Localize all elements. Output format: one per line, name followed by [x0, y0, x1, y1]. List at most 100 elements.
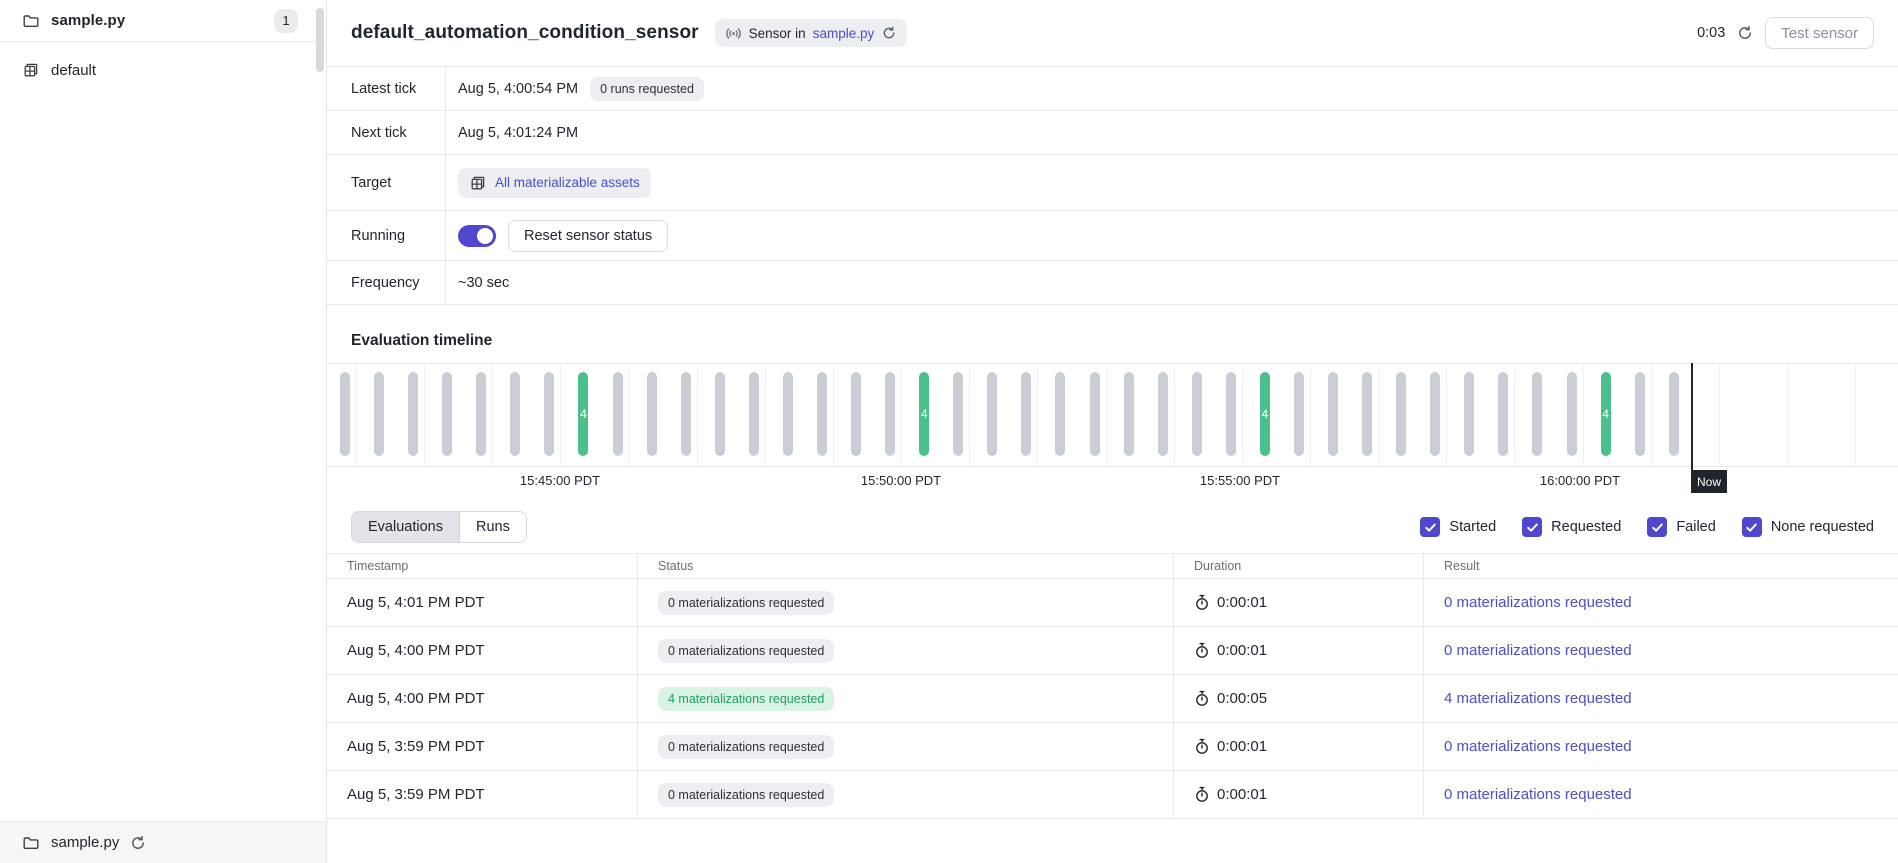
- timeline-tick-bar[interactable]: [1294, 372, 1304, 456]
- timeline-tick-bar-requested[interactable]: 4: [1260, 372, 1270, 456]
- filter-requested[interactable]: Requested: [1522, 517, 1621, 537]
- timeline-tick-bar[interactable]: [1124, 372, 1134, 456]
- timeline-tick-bar[interactable]: [817, 372, 827, 456]
- timeline-tick-bar[interactable]: [1430, 372, 1440, 456]
- timeline-tick-bar[interactable]: [340, 372, 350, 456]
- result-link[interactable]: 0 materializations requested: [1444, 786, 1632, 803]
- detail-row-latest-tick: Latest tick Aug 5, 4:00:54 PM 0 runs req…: [327, 67, 1898, 111]
- timeline-tick-bar[interactable]: [851, 372, 861, 456]
- tab-evaluations[interactable]: Evaluations: [352, 512, 459, 542]
- result-link[interactable]: 0 materializations requested: [1444, 642, 1632, 659]
- detail-row-next-tick: Next tick Aug 5, 4:01:24 PM: [327, 111, 1898, 155]
- timeline-tick-bar[interactable]: [715, 372, 725, 456]
- filter-none-requested[interactable]: None requested: [1742, 517, 1874, 537]
- refresh-countdown: 0:03: [1697, 25, 1725, 41]
- timeline-tick-bar[interactable]: [1532, 372, 1542, 456]
- timeline-tick-bar[interactable]: [408, 372, 418, 456]
- tab-runs[interactable]: Runs: [459, 512, 526, 542]
- status-pill: 0 materializations requested: [658, 639, 834, 663]
- timeline-tick-bar[interactable]: [1362, 372, 1372, 456]
- tabs-row: Evaluations Runs Started Requested Failed N…: [327, 511, 1898, 543]
- timeline-tick-bar[interactable]: [1090, 372, 1100, 456]
- timeline-tick-bar[interactable]: [1055, 372, 1065, 456]
- timeline-tick-bar[interactable]: [681, 372, 691, 456]
- now-marker-label: Now: [1691, 470, 1727, 493]
- timeline-tick-bar[interactable]: [613, 372, 623, 456]
- refresh-icon[interactable]: [1737, 25, 1753, 41]
- timeline-tick-bar[interactable]: [1396, 372, 1406, 456]
- sidebar-item-default[interactable]: default: [0, 51, 326, 89]
- timeline-tick-bar-requested[interactable]: 4: [919, 372, 929, 456]
- timeline-tick-bar[interactable]: [1226, 372, 1236, 456]
- page-title: default_automation_condition_sensor: [351, 22, 699, 44]
- timeline-tick-bar[interactable]: [476, 372, 486, 456]
- timeline-tick-bar[interactable]: [1464, 372, 1474, 456]
- timeline-gridline: [356, 364, 357, 466]
- running-toggle[interactable]: [458, 225, 496, 247]
- sidebar-item-label: default: [51, 62, 96, 79]
- checkbox-icon[interactable]: [1522, 517, 1542, 537]
- reload-icon[interactable]: [130, 835, 146, 851]
- timeline-tick-bar[interactable]: [885, 372, 895, 456]
- checkbox-icon[interactable]: [1647, 517, 1667, 537]
- timeline-tick-bar[interactable]: [1669, 372, 1679, 456]
- timeline-gridline: [1242, 364, 1243, 466]
- evaluation-timestamp: Aug 5, 4:01 PM PDT: [327, 579, 638, 626]
- checkbox-icon[interactable]: [1420, 517, 1440, 537]
- latest-tick-status-pill: 0 runs requested: [590, 77, 704, 101]
- filter-started[interactable]: Started: [1420, 517, 1496, 537]
- timeline-gridline: [629, 364, 630, 466]
- timeline-tick-bar[interactable]: [987, 372, 997, 456]
- reload-icon[interactable]: [882, 26, 896, 40]
- column-header-duration: Duration: [1174, 554, 1424, 578]
- timeline-tick-bar[interactable]: [1158, 372, 1168, 456]
- duration-value: 0:00:05: [1217, 690, 1267, 707]
- timeline-tick-bar-requested[interactable]: 4: [1601, 372, 1611, 456]
- timeline-tick-bar-requested[interactable]: 4: [578, 372, 588, 456]
- timeline-tick-bar[interactable]: [510, 372, 520, 456]
- filter-failed[interactable]: Failed: [1647, 517, 1716, 537]
- sidebar-scrollbar-thumb[interactable]: [316, 8, 324, 72]
- reset-sensor-status-button[interactable]: Reset sensor status: [508, 220, 668, 252]
- timeline-tick-bar[interactable]: [953, 372, 963, 456]
- timeline-tick-bar[interactable]: [1567, 372, 1577, 456]
- status-filters: Started Requested Failed None requested: [1420, 517, 1874, 537]
- filter-label: Started: [1449, 519, 1496, 535]
- timeline-tick-bar[interactable]: [749, 372, 759, 456]
- duration-value: 0:00:01: [1217, 738, 1267, 755]
- timeline-tick-bar[interactable]: [1192, 372, 1202, 456]
- timeline-gridline: [697, 364, 698, 466]
- timeline-tick-bar[interactable]: [544, 372, 554, 456]
- timeline-tick-bar[interactable]: [1021, 372, 1031, 456]
- evaluation-timestamp: Aug 5, 3:59 PM PDT: [327, 723, 638, 770]
- timeline-gridline: [765, 364, 766, 466]
- timeline-gridline: [1106, 364, 1107, 466]
- timeline-tick-bar[interactable]: [783, 372, 793, 456]
- folder-icon: [22, 12, 40, 30]
- duration-value: 0:00:01: [1217, 594, 1267, 611]
- target-assets-link[interactable]: All materializable assets: [458, 168, 651, 198]
- header-actions: 0:03 Test sensor: [1697, 17, 1874, 49]
- column-header-status: Status: [638, 554, 1174, 578]
- stopwatch-icon: [1194, 690, 1210, 707]
- timeline-gridline: [424, 364, 425, 466]
- sidebar-workspace-header[interactable]: sample.py 1: [0, 0, 326, 42]
- timeline-tick-bar[interactable]: [1635, 372, 1645, 456]
- evaluation-timestamp: Aug 5, 4:00 PM PDT: [327, 627, 638, 674]
- test-sensor-button[interactable]: Test sensor: [1765, 17, 1874, 49]
- timeline-tick-bar[interactable]: [1498, 372, 1508, 456]
- detail-label: Running: [327, 211, 446, 260]
- column-header-result: Result: [1424, 554, 1898, 578]
- sidebar: sample.py 1 default sample.py: [0, 0, 327, 863]
- timeline-gridline: [492, 364, 493, 466]
- timeline-tick-bar[interactable]: [374, 372, 384, 456]
- sensor-badge-file-link[interactable]: sample.py: [813, 26, 875, 41]
- timeline-tick-bar[interactable]: [1328, 372, 1338, 456]
- timeline-tick-bar[interactable]: [647, 372, 657, 456]
- result-link[interactable]: 4 materializations requested: [1444, 690, 1632, 707]
- result-link[interactable]: 0 materializations requested: [1444, 738, 1632, 755]
- timeline-tick-bar[interactable]: [442, 372, 452, 456]
- checkbox-icon[interactable]: [1742, 517, 1762, 537]
- result-link[interactable]: 0 materializations requested: [1444, 594, 1632, 611]
- sensor-origin-badge: Sensor in sample.py: [715, 19, 908, 47]
